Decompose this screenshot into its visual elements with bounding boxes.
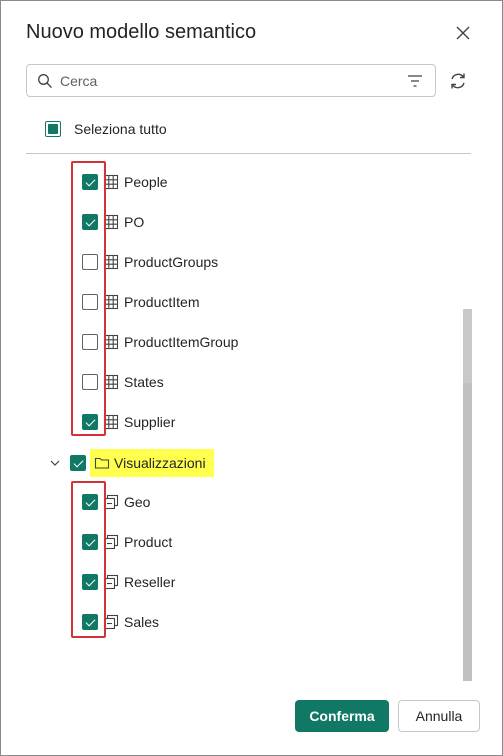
confirm-button[interactable]: Conferma <box>295 700 389 732</box>
list-item-table[interactable]: PO <box>82 210 144 234</box>
search-input[interactable] <box>60 70 390 92</box>
view-icon <box>103 614 119 630</box>
item-label: People <box>124 174 168 190</box>
list-item-table[interactable]: Supplier <box>82 410 175 434</box>
chevron-down-icon[interactable] <box>49 457 61 469</box>
item-label: PO <box>124 214 145 230</box>
item-checkbox[interactable] <box>82 494 98 510</box>
item-checkbox[interactable] <box>82 534 98 550</box>
table-icon <box>103 374 119 390</box>
item-checkbox[interactable] <box>82 254 98 270</box>
list-item-table[interactable]: ProductItemGroup <box>82 330 238 354</box>
filter-icon[interactable] <box>407 74 423 88</box>
list-item-view[interactable]: Product <box>82 530 172 554</box>
view-icon <box>103 574 119 590</box>
list-item-table[interactable]: States <box>82 370 164 394</box>
folder-checkbox[interactable] <box>70 455 86 471</box>
item-label: Geo <box>124 494 151 510</box>
table-icon <box>103 254 119 270</box>
item-checkbox[interactable] <box>82 414 98 430</box>
list-item-table[interactable]: ProductItem <box>82 290 199 314</box>
search-box <box>26 64 436 97</box>
select-all-indeterminate-box[interactable] <box>45 121 61 137</box>
view-icon <box>103 494 119 510</box>
folder-icon <box>94 457 110 469</box>
cancel-button[interactable]: Annulla <box>398 700 480 732</box>
item-checkbox[interactable] <box>82 334 98 350</box>
item-checkbox[interactable] <box>82 214 98 230</box>
item-checkbox[interactable] <box>82 574 98 590</box>
list-item-view[interactable]: Reseller <box>82 570 175 594</box>
table-icon <box>103 174 119 190</box>
new-semantic-model-dialog: Nuovo modello semantico Seleziona tutto … <box>0 0 503 756</box>
refresh-icon[interactable] <box>447 70 469 92</box>
table-icon <box>103 214 119 230</box>
view-icon <box>103 534 119 550</box>
list-item-table[interactable]: People <box>82 170 168 194</box>
divider <box>26 153 471 154</box>
scrollbar-thumb[interactable] <box>463 383 472 681</box>
folder-label: Visualizzazioni <box>114 455 206 471</box>
table-icon <box>103 294 119 310</box>
list-item-table[interactable]: ProductGroups <box>82 250 218 274</box>
search-icon <box>38 74 52 88</box>
select-all-checkbox[interactable]: Seleziona tutto <box>45 121 167 137</box>
folder-row-views[interactable]: Visualizzazioni <box>49 447 214 479</box>
item-label: ProductGroups <box>124 254 219 270</box>
table-icon <box>103 414 119 430</box>
item-checkbox[interactable] <box>82 374 98 390</box>
dialog-title: Nuovo modello semantico <box>26 21 257 43</box>
item-label: Product <box>124 534 173 550</box>
table-icon <box>103 334 119 350</box>
item-label: ProductItem <box>124 294 200 310</box>
item-label: States <box>124 374 164 390</box>
item-label: Reseller <box>124 574 176 590</box>
item-label: Supplier <box>124 414 176 430</box>
list-item-view[interactable]: Sales <box>82 610 159 634</box>
item-label: ProductItemGroup <box>124 334 239 350</box>
folder-highlight: Visualizzazioni <box>90 449 214 477</box>
select-all-label: Seleziona tutto <box>74 121 167 137</box>
list-item-view[interactable]: Geo <box>82 490 150 514</box>
item-checkbox[interactable] <box>82 294 98 310</box>
item-label: Sales <box>124 614 160 630</box>
item-checkbox[interactable] <box>82 614 98 630</box>
close-icon[interactable] <box>453 23 473 43</box>
item-checkbox[interactable] <box>82 174 98 190</box>
